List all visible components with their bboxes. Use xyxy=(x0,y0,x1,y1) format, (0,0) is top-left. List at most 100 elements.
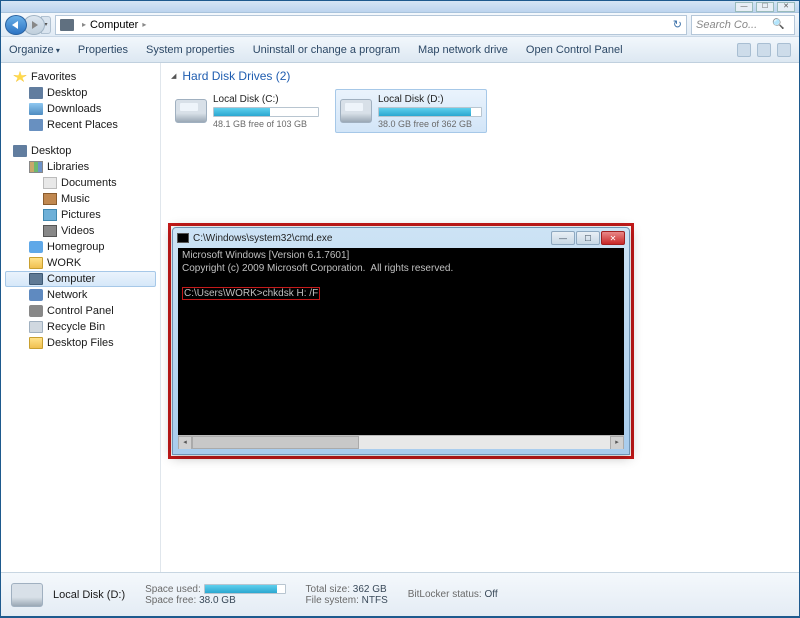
status-drive-name: Local Disk (D:) xyxy=(53,589,125,601)
sidebar-recycle-bin[interactable]: Recycle Bin xyxy=(5,319,156,335)
help-icon[interactable] xyxy=(777,43,791,57)
close-button[interactable]: ✕ xyxy=(777,2,795,12)
status-value: NTFS xyxy=(362,595,388,606)
sidebar-videos[interactable]: Videos xyxy=(5,223,156,239)
drive-icon xyxy=(175,99,207,123)
sidebar-libraries[interactable]: Libraries xyxy=(5,159,156,175)
cmd-line: Copyright (c) 2009 Microsoft Corporation… xyxy=(182,263,453,274)
search-input[interactable]: Search Co... 🔍 xyxy=(691,15,795,35)
cmd-maximize-button[interactable]: ☐ xyxy=(576,231,600,245)
refresh-icon[interactable]: ↻ xyxy=(673,18,682,31)
user-icon xyxy=(29,257,43,269)
sidebar-pictures[interactable]: Pictures xyxy=(5,207,156,223)
sidebar-label: Control Panel xyxy=(47,305,114,317)
search-icon: 🔍 xyxy=(772,19,786,31)
cmd-titlebar[interactable]: C:\Windows\system32\cmd.exe — ☐ ✕ xyxy=(173,228,629,248)
cmd-minimize-button[interactable]: — xyxy=(551,231,575,245)
cmd-title-text: C:\Windows\system32\cmd.exe xyxy=(193,233,333,244)
computer-icon xyxy=(29,273,43,285)
sidebar-documents[interactable]: Documents xyxy=(5,175,156,191)
drive-name: Local Disk (C:) xyxy=(213,94,319,105)
drive-free-text: 38.0 GB free of 362 GB xyxy=(378,119,482,129)
system-properties-button[interactable]: System properties xyxy=(146,44,235,56)
scroll-right-button[interactable]: ▸ xyxy=(610,436,624,449)
videos-icon xyxy=(43,225,57,237)
section-title: Hard Disk Drives (2) xyxy=(182,69,290,83)
address-bar[interactable]: ▸ Computer ▸ ↻ xyxy=(55,15,687,35)
desktop-icon xyxy=(13,145,27,157)
recycle-bin-icon xyxy=(29,321,43,333)
sidebar-control-panel[interactable]: Control Panel xyxy=(5,303,156,319)
sidebar-network[interactable]: Network xyxy=(5,287,156,303)
recent-icon xyxy=(29,119,43,131)
minimize-button[interactable]: — xyxy=(735,2,753,12)
drive-d[interactable]: Local Disk (D:) 38.0 GB free of 362 GB xyxy=(335,89,487,133)
drive-c[interactable]: Local Disk (C:) 48.1 GB free of 103 GB xyxy=(171,89,323,133)
sidebar-label: Network xyxy=(47,289,87,301)
sidebar-desktop[interactable]: Desktop xyxy=(5,85,156,101)
sidebar-label: Desktop xyxy=(47,87,87,99)
status-value: 38.0 GB xyxy=(199,595,236,606)
folder-icon xyxy=(29,337,43,349)
status-space-bar xyxy=(204,584,286,594)
sidebar-work[interactable]: WORK xyxy=(5,255,156,271)
cmd-console[interactable]: Microsoft Windows [Version 6.1.7601] Cop… xyxy=(178,248,624,449)
sidebar-downloads[interactable]: Downloads xyxy=(5,101,156,117)
sidebar-label: WORK xyxy=(47,257,81,269)
documents-icon xyxy=(43,177,57,189)
cmd-command-highlight: C:\Users\WORK>chkdsk H: /F xyxy=(182,287,320,300)
sidebar-homegroup[interactable]: Homegroup xyxy=(5,239,156,255)
sidebar-label: Pictures xyxy=(61,209,101,221)
sidebar-label: Libraries xyxy=(47,161,89,173)
organize-menu[interactable]: Organize xyxy=(9,44,60,56)
libraries-icon xyxy=(29,161,43,173)
scroll-left-button[interactable]: ◂ xyxy=(178,436,192,449)
navigation-pane: Favorites Desktop Downloads Recent Place… xyxy=(1,63,161,572)
sidebar-label: Music xyxy=(61,193,90,205)
sidebar-label: Documents xyxy=(61,177,117,189)
map-network-button[interactable]: Map network drive xyxy=(418,44,508,56)
computer-icon xyxy=(60,19,74,31)
sidebar-label: Videos xyxy=(61,225,94,237)
preview-pane-icon[interactable] xyxy=(757,43,771,57)
toolbar: Organize Properties System properties Un… xyxy=(1,37,799,63)
cmd-scrollbar[interactable]: ◂▸ xyxy=(178,435,624,449)
breadcrumb-sep: ▸ xyxy=(142,20,146,29)
sidebar-label: Homegroup xyxy=(47,241,104,253)
sidebar-computer[interactable]: Computer xyxy=(5,271,156,287)
cmd-close-button[interactable]: ✕ xyxy=(601,231,625,245)
pictures-icon xyxy=(43,209,57,221)
control-panel-icon xyxy=(29,305,43,317)
sidebar-music[interactable]: Music xyxy=(5,191,156,207)
sidebar-desktop-root[interactable]: Desktop xyxy=(5,143,156,159)
back-button[interactable] xyxy=(5,15,27,35)
homegroup-icon xyxy=(29,241,43,253)
view-options-icon[interactable] xyxy=(737,43,751,57)
sidebar-label: Recycle Bin xyxy=(47,321,105,333)
breadcrumb-item[interactable]: Computer xyxy=(90,19,138,31)
sidebar-favorites[interactable]: Favorites xyxy=(5,69,156,85)
drive-space-bar xyxy=(378,107,482,117)
breadcrumb-sep: ▸ xyxy=(82,20,86,29)
maximize-button[interactable]: ☐ xyxy=(756,2,774,12)
scroll-thumb[interactable] xyxy=(192,436,359,449)
cmd-window[interactable]: C:\Windows\system32\cmd.exe — ☐ ✕ Micros… xyxy=(172,227,630,455)
open-control-panel-button[interactable]: Open Control Panel xyxy=(526,44,623,56)
drive-free-text: 48.1 GB free of 103 GB xyxy=(213,119,319,129)
downloads-icon xyxy=(29,103,43,115)
sidebar-recent-places[interactable]: Recent Places xyxy=(5,117,156,133)
sidebar-desktop-files[interactable]: Desktop Files xyxy=(5,335,156,351)
details-pane: Local Disk (D:) Space used: Space free: … xyxy=(1,572,799,616)
status-value: 362 GB xyxy=(353,584,387,595)
uninstall-button[interactable]: Uninstall or change a program xyxy=(253,44,400,56)
properties-button[interactable]: Properties xyxy=(78,44,128,56)
status-label: BitLocker status: xyxy=(408,589,482,600)
section-header[interactable]: Hard Disk Drives (2) xyxy=(171,69,789,83)
drive-space-bar xyxy=(213,107,319,117)
cmd-line: Microsoft Windows [Version 6.1.7601] xyxy=(182,250,349,261)
status-label: File system: xyxy=(306,595,359,606)
sidebar-label: Desktop xyxy=(31,145,71,157)
status-label: Space used: xyxy=(145,584,201,595)
status-value: Off xyxy=(484,589,497,600)
music-icon xyxy=(43,193,57,205)
